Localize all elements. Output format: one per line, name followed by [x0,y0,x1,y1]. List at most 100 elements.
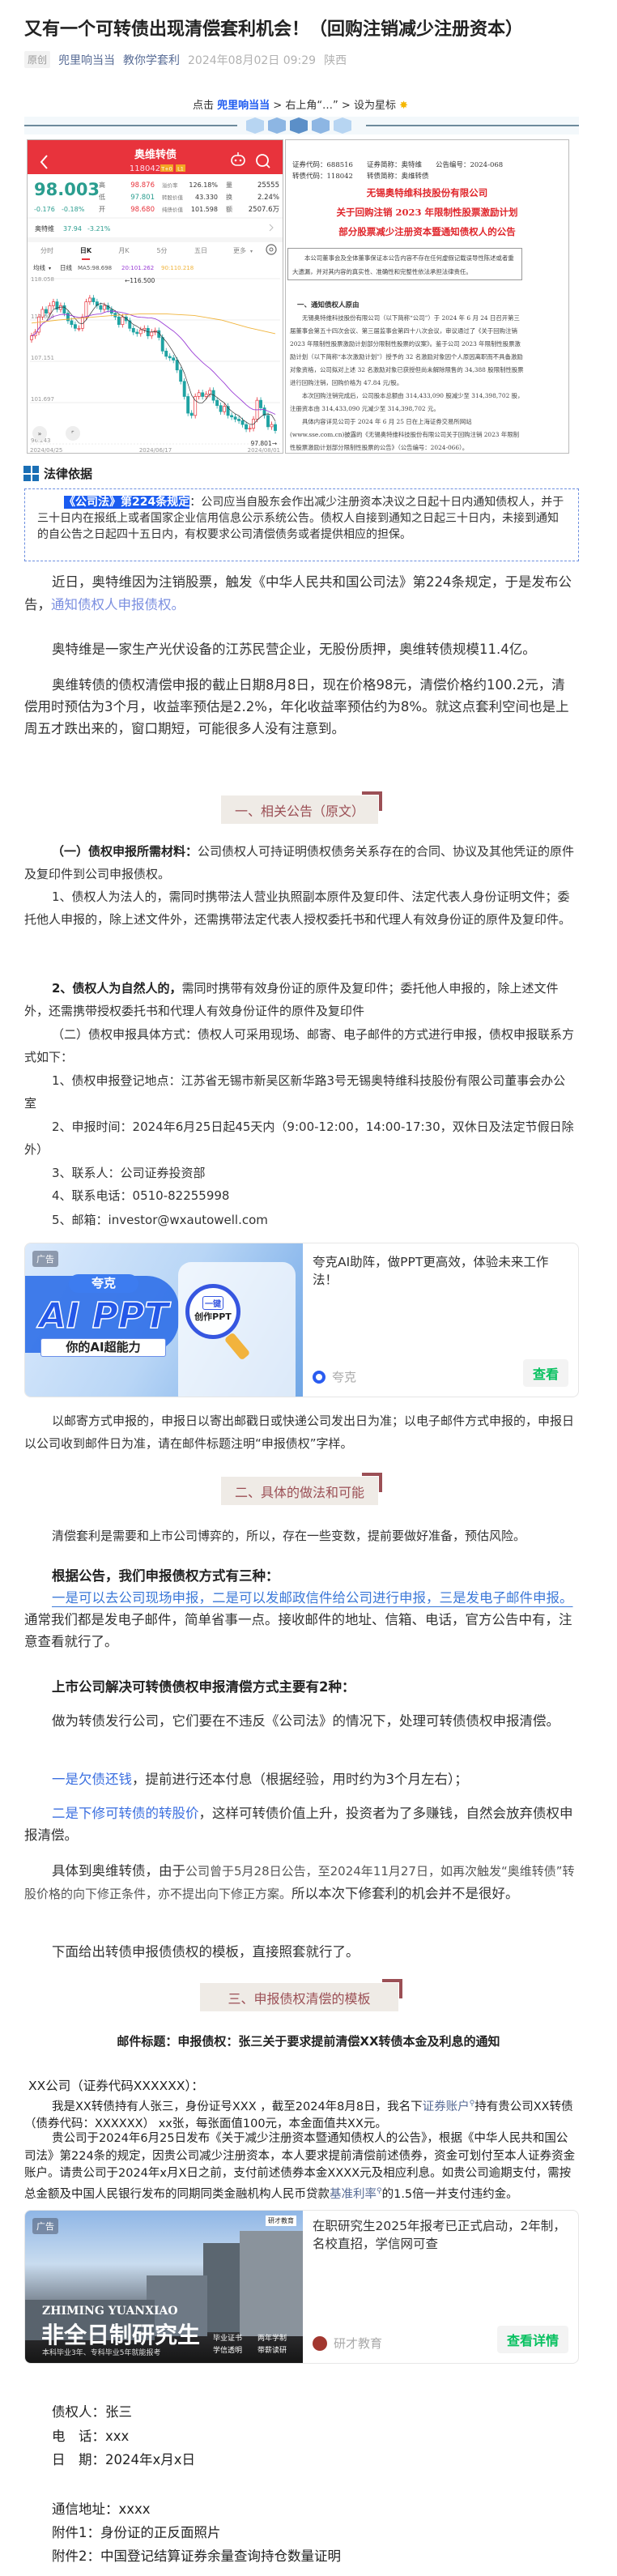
candle [160,337,164,352]
candle [274,424,277,431]
candle [30,335,33,340]
candle [70,320,74,325]
candle [121,316,125,325]
price-change: -0.176 [34,206,55,213]
candle [62,305,66,313]
attachment-1: 附件1：身份证的正反面照片 [52,2525,221,2540]
phone-line: 电 话：xxx [52,2428,130,2444]
candle [245,424,249,430]
materials-paragraph: （一）债权申报所需材料：公司债权人可持证明债权债务关系存在的合同、协议及其他凭证… [24,844,575,881]
legal-basis-heading: 法律依据 [23,465,92,482]
magnifier-icon: 一键 创作PPT [185,1284,240,1339]
badge-l1: L1 [177,166,184,173]
stat-value: 101.598 [191,206,218,213]
way-1-link[interactable]: 一是欠债还钱 [52,1772,132,1787]
contact-phone: 4、联系电话：0510-82255998 [52,1188,230,1203]
stat-value: 2.24% [257,194,279,202]
contact-time: 2、申报时间：2024年6月25日起45天内（9:00-12:00，14:00-… [24,1120,574,1157]
ad-title[interactable]: 夸克AI助阵，做PPT更高效，体验未来工作法！ [313,1253,568,1289]
contact-address: 1、债权申报登记地点：江苏省无锡市新吴区新华路3号无锡奥特维科技股份有限公司董事… [24,1073,566,1111]
announcement-screenshot: 证券代码：688516 证券简称：奥特维 公告编号：2024-068 转债代码：… [285,139,569,454]
underlying-change: -3.21% [87,225,111,232]
candle [138,329,143,335]
chart-tab: 更多 [233,246,246,254]
candle [77,327,81,330]
ma90-legend: 90:110.218 [161,265,194,271]
stat-label: 换 [226,193,232,201]
legal-basis-quote: 《公司法》第224条规定：公司应当自股东会作出减少注册资本决议之日起十日内通知债… [24,488,579,561]
candle [186,396,190,414]
notify-creditors-link[interactable]: 通知债权人申报债权。 [51,597,185,612]
intro-paragraph-2: 奥特维是一家生产光伏设备的江苏民营企业，无股份质押，奥维转债规模11.4亿。 [52,642,536,657]
candle [233,416,237,420]
date-line: 日 期：2024年x月x日 [52,2452,196,2467]
ad-image-quark[interactable]: 广告 夸克 AI PPT 你的AI超能力 一键 创作PPT [25,1243,303,1397]
doc-codes-line1: 证券代码：688516 证券简称：奥特维 公告编号：2024-068 [292,161,504,169]
ad-image-campus[interactable]: 广告 研才教育 ZHIMING YUANXIAO 非全日制研究生 本科毕业3年、… [25,2211,303,2363]
yancai-logo-icon [313,2335,327,2351]
candle [240,420,245,425]
contact-email[interactable]: 5、邮箱：investor@wxautowell.com [24,1209,577,1231]
doc-disclaimer: 本公司董事会及全体董事保证本公告内容不存在任何虚假记载误导性陈述或者重大遗漏，并… [287,248,522,280]
doc-title1: 关于回购注销 2023 年限制性股票激励计划 [336,207,518,218]
three-ways-paragraph: 一是可以去公司现场申报，二是可以发邮政信件给公司进行申报，三是发电子邮件申报。通… [24,1590,573,1649]
address-line: 通信地址：xxxx [52,2501,151,2517]
chart-tab: 五日 [194,247,207,254]
search-icon: ⚲ [377,2186,382,2195]
section-3-header: 三、申报债权清偿的模板 [200,1979,402,2011]
contact-person: 3、联系人：公司证券投资部 [52,1166,206,1180]
corner-accent-icon [362,791,382,811]
chevron-right-icon [269,224,274,232]
sun-star-icon: ✸ [399,100,408,112]
x-tick-label: 2024/04/25 [30,447,62,454]
follow-account-link[interactable]: 兜里响当当 [217,100,270,112]
stock-quote-screenshot: 奥维转债 118042 T+0 L1 98.003 -0.176 -0.18% … [27,139,283,454]
ad-view-button[interactable]: 查看 [522,1359,568,1387]
more-dropdown-icon: ▾ [250,249,253,254]
stat-label: 转股价值 [162,194,184,201]
item-natural-person: 2、债权人为自然人的，需同时携带有效身份证的原件及复印件；委托他人申报的，除上述… [24,981,559,1018]
ad-details-button[interactable]: 查看详情 [496,2326,568,2353]
stat-value: 126.18% [189,181,218,189]
ma20-legend: 20:101.262 [121,265,154,271]
risk-paragraph: 清偿套利是需要和上市公司博弈的，所以，存在一些变数，提前要做好准备，预估风险。 [52,1529,526,1543]
candle [182,381,186,397]
ad-label[interactable]: 广告 [32,1251,58,1267]
original-tag: 原创 [24,51,51,68]
ad-headline: 非全日制研究生 [41,2322,201,2348]
template-body-1: 我是XX转债持有人张三，身份证号XXX ，截至2024年8月8日，我名下证券账户… [24,2100,573,2131]
way-2-link[interactable]: 二是下修可转债的转股价 [52,1806,199,1821]
ad-brand-tag: 研才教育 [266,2216,296,2226]
method-paragraph: （二）债权申报具体方式：债权人可采用现场、邮寄、电子邮件的方式进行申报，债权申报… [24,1027,575,1064]
ad-title[interactable]: 在职研究生2025年报考已正式启动，2年制，名校直招，学信网可查 [313,2217,568,2253]
location: 陕西 [324,53,347,67]
section-2-header: 二、具体的做法和可能 [221,1473,382,1505]
doc-paragraph-3: 具体内容详见公司于 2024 年 6 月 25 日在上海证券交易所网站(www.… [290,418,520,451]
stat-value: 97.801 [130,194,155,202]
candle [117,316,121,325]
doc-paragraph-1: 无锡奥特维科技股份有限公司（以下简称“公司”）于 2024 年 6 月 24 日… [290,314,524,386]
ad-pill: 夸克 [69,1274,138,1293]
ad-card-quark[interactable]: 广告 夸克 AI PPT 你的AI超能力 一键 创作PPT 夸克AI助阵，做PP… [24,1243,579,1397]
x-tick-label: 2024/06/17 [139,447,172,454]
ad-label[interactable]: 广告 [32,2218,58,2234]
template-intro: 下面给出转债申报债债权的模板，直接照套就行了。 [52,1944,360,1960]
three-ways-link[interactable]: 一是可以去公司现场申报，二是可以发邮政信件给公司进行申报，三是发电子邮件申报。 [52,1590,573,1606]
candle [179,369,183,382]
account-link[interactable]: 教你学套利 [123,52,180,68]
follow-prefix: 点击 [193,100,218,112]
candle [219,405,223,412]
candle [164,351,168,357]
author-link[interactable]: 兜里响当当 [58,52,115,68]
ma20-line [31,310,276,415]
two-ways-intro: 做为转债发行公司，它们要在不违反《公司法》的情况下，处理可转债债权申报清偿。 [52,1713,560,1729]
benchmark-rate-link[interactable]: 基准利率 [330,2187,377,2200]
ad-card-yancai[interactable]: 广告 研才教育 ZHIMING YUANXIAO 非全日制研究生 本科毕业3年、… [24,2210,579,2364]
securities-account-link[interactable]: 证券账户 [423,2100,470,2113]
chart-tab: 月K [118,247,130,254]
candle [208,390,212,395]
svg-text:▾: ▾ [49,266,51,271]
candle [91,297,96,302]
low-marker: 97.801→ [250,440,277,447]
article-title: 又有一个可转债出现清偿套利机会！（回购注销减少注册资本） [24,19,524,40]
